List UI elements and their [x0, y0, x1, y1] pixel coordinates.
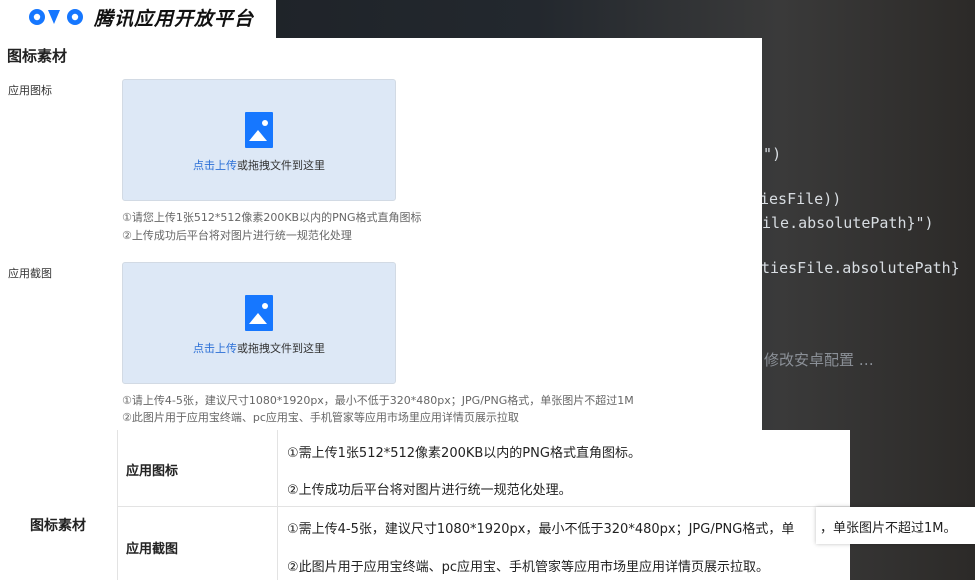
upload-prompt: 点击上传或拖拽文件到这里 [123, 340, 395, 356]
requirement-text: ②上传成功后平台将对图片进行统一规范化处理。 [287, 483, 572, 498]
upload-link[interactable]: 点击上传 [193, 159, 237, 172]
upload-prompt-rest: 或拖拽文件到这里 [237, 342, 325, 355]
app-icon-hint: ①请您上传1张512*512像素200KB以内的PNG格式直角图标 [122, 211, 422, 224]
brand-header: 腾讯应用开放平台 [0, 0, 276, 38]
overlap-snippet: ，单张图片不超过1M。 [816, 507, 975, 544]
screenshot-upload-zone[interactable]: 点击上传或拖拽文件到这里 [122, 262, 396, 384]
screenshot-hint: ①请上传4-5张，建议尺寸1080*1920px，最小不低于320*480px；… [122, 394, 634, 407]
table-divider [277, 430, 278, 580]
table-divider [117, 506, 850, 507]
app-icon-hint: ②上传成功后平台将对图片进行统一规范化处理 [122, 229, 352, 242]
image-icon [245, 295, 273, 331]
requirement-row-label: 应用图标 [126, 464, 179, 479]
code-line: ile.absolutePath}") [762, 214, 934, 232]
requirements-group-label: 图标素材 [30, 518, 86, 534]
app-icon-upload-zone[interactable]: 点击上传或拖拽文件到这里 [122, 79, 396, 201]
brand-title: 腾讯应用开放平台 [94, 8, 255, 30]
app-icon-label: 应用图标 [8, 84, 52, 97]
image-icon [245, 112, 273, 148]
upload-link[interactable]: 点击上传 [193, 342, 237, 355]
requirement-row-label: 应用截图 [126, 542, 179, 557]
requirements-table: 图标素材 应用图标 ①需上传1张512*512像素200KB以内的PNG格式直角… [0, 430, 850, 580]
requirement-text: ①需上传4-5张，建议尺寸1080*1920px，最小不低于320*480px；… [287, 522, 795, 537]
table-divider [117, 430, 118, 580]
requirement-text: ②此图片用于应用宝终端、pc应用宝、手机管家等应用市场里应用详情页展示拉取。 [287, 560, 770, 575]
screenshot-label: 应用截图 [8, 267, 52, 280]
upload-prompt: 点击上传或拖拽文件到这里 [123, 157, 395, 173]
screenshot-hint: ②此图片用于应用宝终端、pc应用宝、手机管家等应用市场里应用详情页展示拉取 [122, 411, 519, 424]
requirement-text: ①需上传1张512*512像素200KB以内的PNG格式直角图标。 [287, 446, 641, 461]
brand-logo-icon [29, 9, 83, 25]
code-comment-hint: 修改安卓配置 … [764, 351, 874, 369]
icon-assets-panel: 图标素材 应用图标 点击上传或拖拽文件到这里 ①请您上传1张512*512像素2… [0, 38, 762, 430]
overlap-snippet-text: ，单张图片不超过1M。 [820, 521, 957, 536]
panel-title: 图标素材 [7, 47, 68, 65]
code-line: iesFile)) [760, 190, 842, 208]
code-line: rtiesFile.absolutePath} [752, 259, 960, 277]
upload-prompt-rest: 或拖拽文件到这里 [237, 159, 325, 172]
